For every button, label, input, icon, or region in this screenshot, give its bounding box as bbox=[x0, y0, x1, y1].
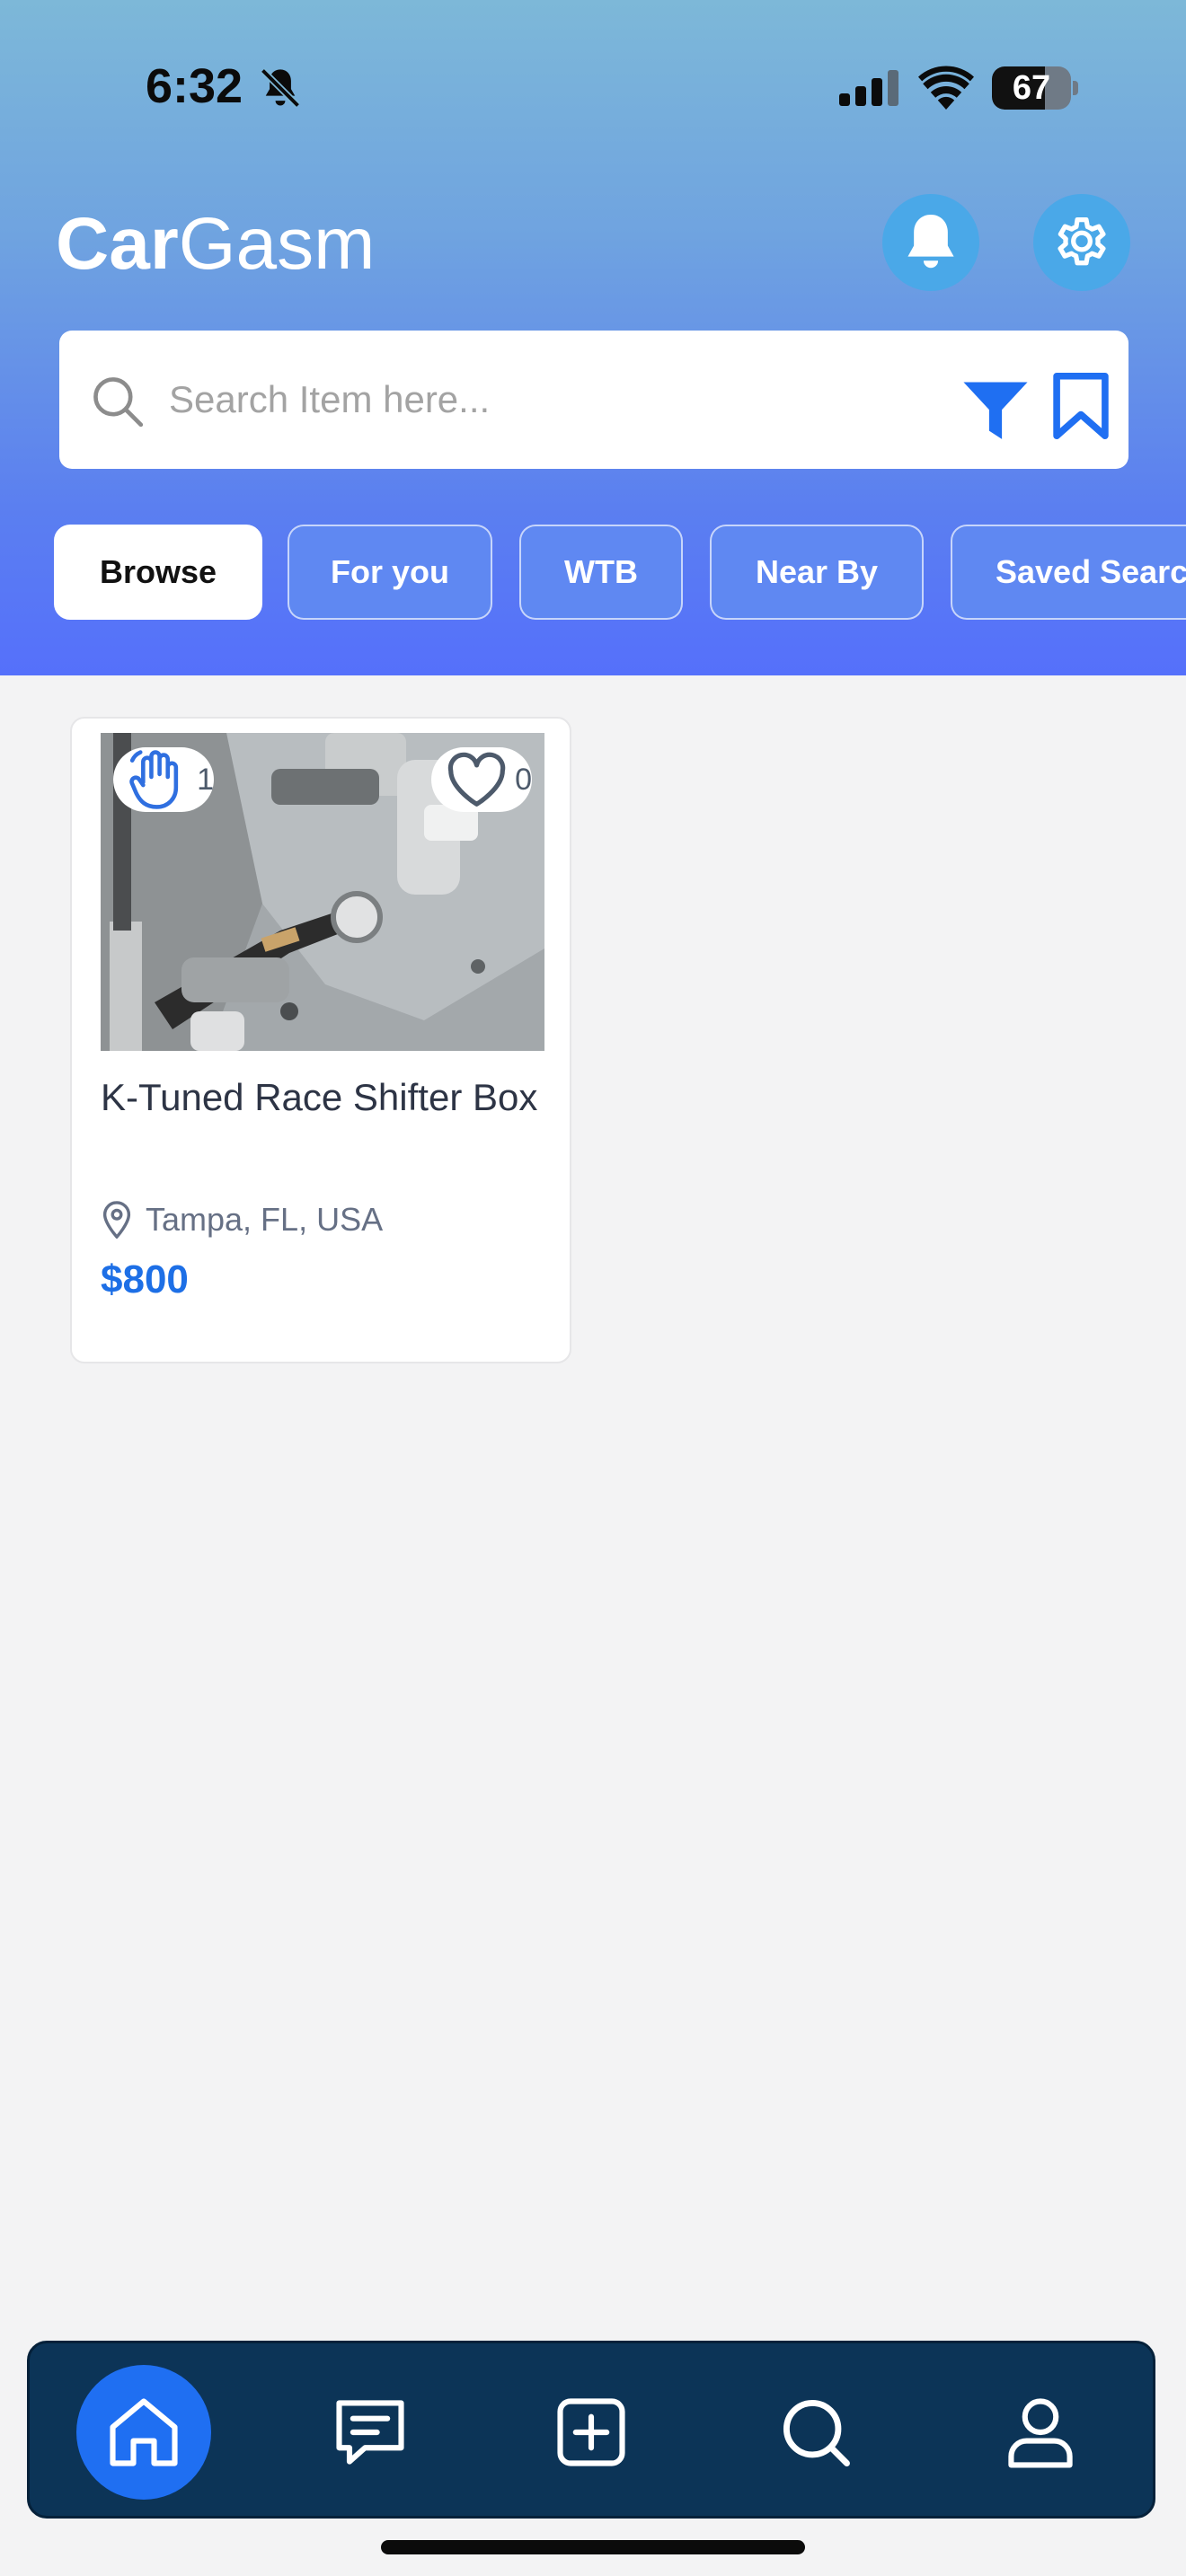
nav-messages[interactable] bbox=[303, 2343, 438, 2521]
listing-image[interactable]: 1 0 bbox=[101, 733, 544, 1051]
add-icon bbox=[557, 2398, 625, 2466]
battery-indicator: 67 bbox=[992, 66, 1078, 110]
listing-title[interactable]: K-Tuned Race Shifter Box bbox=[101, 1072, 550, 1123]
notifications-button[interactable] bbox=[882, 194, 979, 291]
location-text: Tampa, FL, USA bbox=[146, 1201, 384, 1238]
home-icon bbox=[110, 2398, 178, 2466]
wifi-icon bbox=[918, 66, 974, 110]
gear-icon bbox=[1058, 217, 1106, 266]
app-title-regular: Gasm bbox=[178, 203, 376, 285]
app-title: CarGasm bbox=[56, 199, 375, 289]
signal-icon bbox=[839, 70, 898, 106]
bell-off-icon bbox=[260, 67, 301, 109]
tab-saved-searches[interactable]: Saved Searc bbox=[951, 525, 1186, 620]
bookmark-icon[interactable] bbox=[1049, 372, 1112, 440]
nav-home[interactable] bbox=[76, 2343, 211, 2521]
app-title-bold: Car bbox=[56, 203, 179, 285]
location-pin-icon bbox=[102, 1201, 131, 1239]
bell-icon bbox=[907, 215, 954, 269]
tab-browse[interactable]: Browse bbox=[54, 525, 262, 620]
nav-profile[interactable] bbox=[973, 2343, 1108, 2521]
filter-icon[interactable] bbox=[961, 381, 1030, 442]
offers-count: 1 bbox=[197, 762, 214, 797]
header: 6:32 67 CarGasm Search Item here... Brow… bbox=[0, 0, 1186, 675]
search-bar bbox=[59, 331, 1128, 469]
heart-icon bbox=[447, 752, 506, 807]
tab-for-you[interactable]: For you bbox=[288, 525, 492, 620]
search-icon bbox=[93, 377, 144, 428]
settings-button[interactable] bbox=[1033, 194, 1130, 291]
battery-level: 67 bbox=[1012, 69, 1051, 107]
status-time: 6:32 bbox=[146, 59, 243, 113]
likes-count: 0 bbox=[515, 762, 532, 797]
profile-icon bbox=[1008, 2398, 1073, 2468]
listing-card[interactable]: 1 0 K-Tuned Race Shifter Box Tampa, FL, … bbox=[70, 717, 571, 1363]
offers-badge[interactable]: 1 bbox=[113, 747, 214, 812]
bottom-nav bbox=[27, 2341, 1155, 2519]
chat-icon bbox=[336, 2400, 404, 2465]
nav-search[interactable] bbox=[748, 2343, 883, 2521]
search-icon bbox=[783, 2399, 850, 2466]
listing-location: Tampa, FL, USA bbox=[101, 1198, 383, 1241]
tab-wtb[interactable]: WTB bbox=[519, 525, 683, 620]
home-indicator bbox=[381, 2540, 805, 2554]
like-button[interactable]: 0 bbox=[431, 747, 532, 812]
listing-price: $800 bbox=[101, 1257, 189, 1301]
nav-add-listing[interactable] bbox=[524, 2343, 659, 2521]
tab-near-by[interactable]: Near By bbox=[710, 525, 924, 620]
wave-hand-icon bbox=[129, 750, 179, 809]
screen: 6:32 67 CarGasm Search Item here... Brow… bbox=[0, 0, 1186, 2576]
search-input[interactable] bbox=[169, 366, 960, 433]
